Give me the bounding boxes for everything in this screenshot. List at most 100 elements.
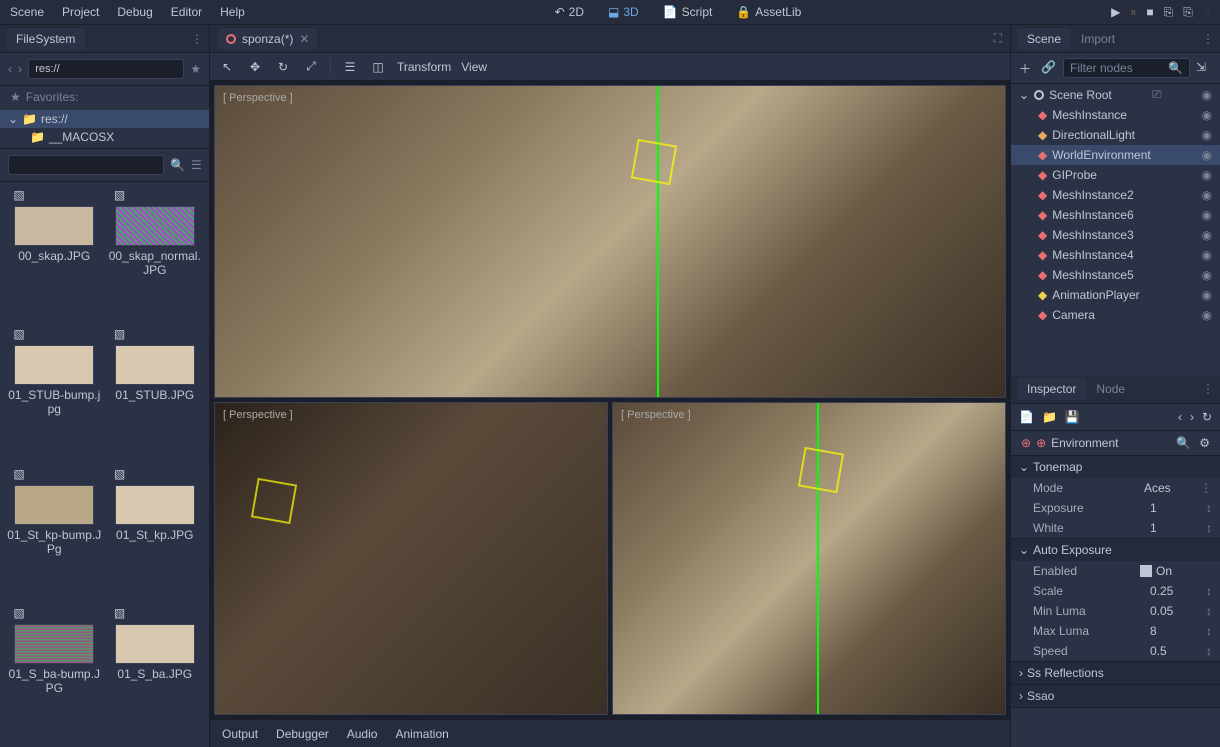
bottom-tab-debugger[interactable]: Debugger bbox=[276, 727, 329, 741]
asset-item[interactable]: ▧01_S_ba.JPG bbox=[107, 606, 204, 741]
visibility-icon[interactable]: ◉ bbox=[1202, 88, 1212, 102]
menu-debug[interactable]: Debug bbox=[117, 5, 152, 19]
visibility-icon[interactable]: ◉ bbox=[1202, 148, 1212, 162]
stop-icon[interactable]: ■ bbox=[1146, 5, 1153, 20]
filesystem-search-input[interactable] bbox=[8, 155, 164, 175]
select-tool-icon[interactable]: ↖ bbox=[218, 58, 236, 76]
spinner-icon[interactable]: ↕ bbox=[1206, 624, 1212, 638]
scene-node[interactable]: ◆MeshInstance6◉ bbox=[1011, 205, 1220, 225]
favorite-icon[interactable]: ★ bbox=[190, 62, 201, 76]
asset-item[interactable]: ▧01_S_ba-bump.JPG bbox=[6, 606, 103, 741]
visibility-icon[interactable]: ◉ bbox=[1202, 208, 1212, 222]
script-icon[interactable]: ⎚ bbox=[1152, 87, 1162, 102]
distraction-free-icon[interactable]: ⛶ bbox=[994, 31, 1002, 46]
menu-scene[interactable]: Scene bbox=[10, 5, 44, 19]
filesystem-options-icon[interactable]: ⋮ bbox=[191, 32, 203, 46]
play-icon[interactable]: ▶ bbox=[1111, 5, 1120, 20]
tab-import[interactable]: Import bbox=[1071, 28, 1125, 50]
workspace-script[interactable]: 📄Script bbox=[657, 3, 719, 21]
inspector-section-header[interactable]: ›Ssao bbox=[1011, 685, 1220, 707]
new-resource-icon[interactable]: 📄 bbox=[1019, 410, 1034, 424]
scene-node[interactable]: ◆MeshInstance3◉ bbox=[1011, 225, 1220, 245]
list-tool-icon[interactable]: ☰ bbox=[341, 58, 359, 76]
scene-node[interactable]: ◆MeshInstance5◉ bbox=[1011, 265, 1220, 285]
menu-help[interactable]: Help bbox=[220, 5, 245, 19]
play-custom-icon[interactable]: ⎘ bbox=[1183, 5, 1193, 20]
asset-item[interactable]: ▧00_skap.JPG bbox=[6, 188, 103, 323]
scene-filter-input[interactable]: Filter nodes 🔍 bbox=[1063, 58, 1190, 78]
forward-icon[interactable]: › bbox=[18, 62, 22, 76]
inspector-property[interactable]: Max Luma8↕ bbox=[1011, 621, 1220, 641]
link-node-icon[interactable]: 🔗 bbox=[1041, 60, 1057, 76]
visibility-icon[interactable]: ◉ bbox=[1202, 288, 1212, 302]
spinner-icon[interactable]: ↕ bbox=[1206, 644, 1212, 658]
asset-item[interactable]: ▧01_St_kp-bump.JPg bbox=[6, 467, 103, 602]
inspector-section-header[interactable]: ⌄Tonemap bbox=[1011, 456, 1220, 478]
inspector-property[interactable]: Speed0.5↕ bbox=[1011, 641, 1220, 661]
scene-node[interactable]: ◆MeshInstance2◉ bbox=[1011, 185, 1220, 205]
spinner-icon[interactable]: ⋮ bbox=[1200, 481, 1212, 495]
scene-node[interactable]: ◆AnimationPlayer◉ bbox=[1011, 285, 1220, 305]
path-input[interactable] bbox=[28, 59, 184, 79]
more-icon[interactable]: ⇲ bbox=[1196, 60, 1212, 76]
workspace-3d[interactable]: ⬓3D bbox=[602, 3, 645, 21]
rotate-tool-icon[interactable]: ↻ bbox=[274, 58, 292, 76]
asset-item[interactable]: ▧01_St_kp.JPG bbox=[107, 467, 204, 602]
scene-options-icon[interactable]: ⋮ bbox=[1202, 32, 1214, 46]
snap-tool-icon[interactable]: ◫ bbox=[369, 58, 387, 76]
add-node-icon[interactable]: ＋ bbox=[1019, 60, 1035, 76]
asset-item[interactable]: ▧01_STUB-bump.jpg bbox=[6, 327, 103, 462]
perspective-label[interactable]: [ Perspective ] bbox=[621, 409, 691, 421]
play-scene-icon[interactable]: ⎘ bbox=[1164, 5, 1174, 20]
inspector-property[interactable]: White1↕ bbox=[1011, 518, 1220, 538]
scene-tab-sponza[interactable]: sponza(*) ✕ bbox=[218, 28, 317, 50]
inspector-property[interactable]: Exposure1↕ bbox=[1011, 498, 1220, 518]
transform-menu[interactable]: Transform bbox=[397, 60, 451, 74]
menu-editor[interactable]: Editor bbox=[171, 5, 202, 19]
refresh-icon[interactable]: ↻ bbox=[1202, 410, 1212, 424]
checkbox-icon[interactable] bbox=[1140, 565, 1152, 577]
inspector-section-header[interactable]: ›Ss Reflections bbox=[1011, 662, 1220, 684]
tab-inspector[interactable]: Inspector bbox=[1017, 378, 1086, 400]
back-icon[interactable]: ‹ bbox=[8, 62, 12, 76]
list-view-icon[interactable]: ☰ bbox=[191, 158, 202, 172]
bottom-tab-animation[interactable]: Animation bbox=[395, 727, 448, 741]
scene-node[interactable]: ◆Camera◉ bbox=[1011, 305, 1220, 325]
pause-icon[interactable]: ⏸ bbox=[1130, 5, 1136, 20]
workspace-assetlib[interactable]: 🔒AssetLib bbox=[730, 3, 807, 21]
scene-node[interactable]: ◆DirectionalLight◉ bbox=[1011, 125, 1220, 145]
resource-type[interactable]: Environment bbox=[1051, 436, 1118, 450]
spinner-icon[interactable]: ↕ bbox=[1206, 604, 1212, 618]
inspector-property[interactable]: Scale0.25↕ bbox=[1011, 581, 1220, 601]
inspector-property[interactable]: ModeAces⋮ bbox=[1011, 478, 1220, 498]
inspector-options-icon[interactable]: ⋮ bbox=[1202, 382, 1214, 396]
bottom-tab-audio[interactable]: Audio bbox=[347, 727, 378, 741]
bottom-tab-output[interactable]: Output bbox=[222, 727, 258, 741]
view-menu[interactable]: View bbox=[461, 60, 487, 74]
inspector-section-header[interactable]: ⌄Auto Exposure bbox=[1011, 539, 1220, 561]
move-tool-icon[interactable]: ✥ bbox=[246, 58, 264, 76]
spinner-icon[interactable]: ↕ bbox=[1206, 521, 1212, 535]
visibility-icon[interactable]: ◉ bbox=[1202, 248, 1212, 262]
scene-node[interactable]: ◆WorldEnvironment◉ bbox=[1011, 145, 1220, 165]
visibility-icon[interactable]: ◉ bbox=[1202, 228, 1212, 242]
perspective-label[interactable]: [ Perspective ] bbox=[223, 409, 293, 421]
close-icon[interactable]: ✕ bbox=[299, 32, 309, 46]
visibility-icon[interactable]: ◉ bbox=[1202, 168, 1212, 182]
history-fwd-icon[interactable]: › bbox=[1190, 410, 1194, 424]
search-icon[interactable]: 🔍 bbox=[1176, 436, 1191, 450]
scale-tool-icon[interactable]: ⤢ bbox=[302, 58, 320, 76]
tab-node[interactable]: Node bbox=[1086, 378, 1135, 400]
settings-icon[interactable]: ⚙ bbox=[1199, 436, 1210, 450]
viewport-bottom-right[interactable]: [ Perspective ] bbox=[612, 402, 1006, 715]
load-resource-icon[interactable]: 📁 bbox=[1042, 410, 1057, 424]
scene-node[interactable]: ◆MeshInstance4◉ bbox=[1011, 245, 1220, 265]
perspective-label[interactable]: [ Perspective ] bbox=[223, 92, 293, 104]
visibility-icon[interactable]: ◉ bbox=[1202, 268, 1212, 282]
visibility-icon[interactable]: ◉ bbox=[1202, 188, 1212, 202]
history-back-icon[interactable]: ‹ bbox=[1178, 410, 1182, 424]
inspector-property[interactable]: EnabledOn bbox=[1011, 561, 1220, 581]
scene-node[interactable]: ◆GIProbe◉ bbox=[1011, 165, 1220, 185]
tree-row[interactable]: 📁__MACOSX bbox=[0, 128, 209, 146]
scene-root[interactable]: ⌄Scene Root⎚◉ bbox=[1011, 84, 1220, 105]
